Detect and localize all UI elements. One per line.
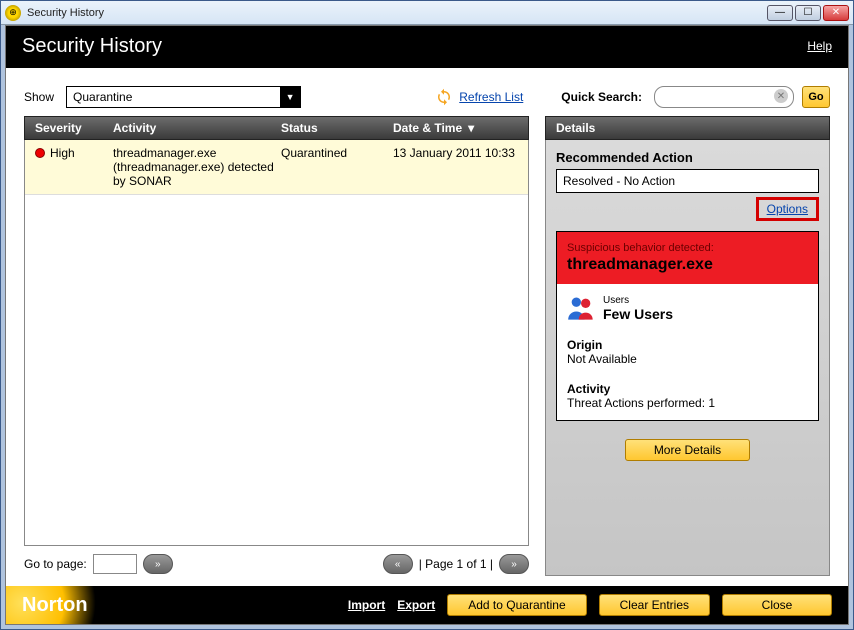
threat-card: Suspicious behavior detected: threadmana… [556,231,819,421]
add-to-quarantine-button[interactable]: Add to Quarantine [447,594,586,616]
minimize-button[interactable]: — [767,5,793,21]
col-activity[interactable]: Activity [113,121,281,135]
alert-line1: Suspicious behavior detected: [567,242,808,254]
severity-value: High [50,146,75,160]
details-panel: Details Recommended Action Resolved - No… [545,116,830,576]
list-footer: Go to page: » « | Page 1 of 1 | » [24,546,529,576]
window-controls: — ☐ ✕ [767,5,849,21]
content-area: Show Quarantine ▼ Refresh List Quick Sea… [6,68,848,586]
next-page-button[interactable]: » [499,554,529,574]
quick-search-label: Quick Search: [561,90,642,104]
table-row[interactable]: High threadmanager.exe (threadmanager.ex… [25,140,528,195]
page-indicator: | Page 1 of 1 | [419,557,493,571]
users-icon [567,294,595,322]
prev-page-button[interactable]: « [383,554,413,574]
window-body: Security History Help Show Quarantine ▼ … [5,25,849,625]
col-status[interactable]: Status [281,121,393,135]
close-window-button[interactable]: ✕ [823,5,849,21]
clear-search-icon[interactable]: ✕ [774,89,788,103]
window-title: Security History [27,7,767,19]
users-value: Few Users [603,306,673,322]
more-details-button[interactable]: More Details [625,439,750,461]
table-header: Severity Activity Status Date & Time ▾ [24,116,529,140]
app-icon: ⊕ [5,5,21,21]
recommended-action-value: Resolved - No Action [556,169,819,193]
titlebar: ⊕ Security History — ☐ ✕ [1,1,853,25]
activity-value: threadmanager.exe (threadmanager.exe) de… [113,146,281,188]
header: Security History Help [6,26,848,68]
show-dropdown[interactable]: Quarantine ▼ [66,86,301,108]
col-datetime[interactable]: Date & Time ▾ [393,121,528,135]
brand-logo: Norton [22,594,88,617]
origin-value: Not Available [567,352,808,366]
application-window: ⊕ Security History — ☐ ✕ Security Histor… [0,0,854,630]
activity-detail-value: Threat Actions performed: 1 [567,396,808,410]
refresh-link[interactable]: Refresh List [459,90,523,104]
table-body: High threadmanager.exe (threadmanager.ex… [24,140,529,546]
activity-label: Activity [567,382,808,396]
export-link[interactable]: Export [397,598,435,612]
go-page-button[interactable]: » [143,554,173,574]
show-selected-value: Quarantine [73,90,132,104]
refresh-icon [435,88,453,106]
clear-entries-button[interactable]: Clear Entries [599,594,710,616]
refresh-area: Refresh List [435,88,523,106]
quick-search-input[interactable] [654,86,794,108]
users-label: Users [603,295,673,306]
maximize-button[interactable]: ☐ [795,5,821,21]
options-link[interactable]: Options [767,202,808,216]
go-button[interactable]: Go [802,86,830,108]
top-controls: Show Quarantine ▼ Refresh List Quick Sea… [24,86,830,108]
col-severity[interactable]: Severity [25,121,113,135]
close-button[interactable]: Close [722,594,832,616]
page-input[interactable] [93,554,137,574]
chevron-down-icon: ▼ [280,87,300,107]
details-heading: Details [545,116,830,140]
options-highlight: Options [756,197,819,221]
page-title: Security History [22,35,162,58]
recommended-action-label: Recommended Action [556,150,819,165]
alert-banner: Suspicious behavior detected: threadmana… [557,232,818,284]
origin-label: Origin [567,338,808,352]
details-body: Recommended Action Resolved - No Action … [545,140,830,576]
import-link[interactable]: Import [348,598,385,612]
status-value: Quarantined [281,146,393,188]
goto-page-label: Go to page: [24,557,87,571]
show-label: Show [24,90,54,104]
help-link[interactable]: Help [807,39,832,53]
severity-high-icon [35,148,45,158]
alert-threat-name: threadmanager.exe [567,256,808,274]
bottom-bar: Norton Import Export Add to Quarantine C… [6,586,848,624]
main-split: Severity Activity Status Date & Time ▾ [24,116,830,576]
list-panel: Severity Activity Status Date & Time ▾ [24,116,529,576]
sort-desc-icon: ▾ [468,121,474,135]
datetime-value: 13 January 2011 10:33 [393,146,528,188]
